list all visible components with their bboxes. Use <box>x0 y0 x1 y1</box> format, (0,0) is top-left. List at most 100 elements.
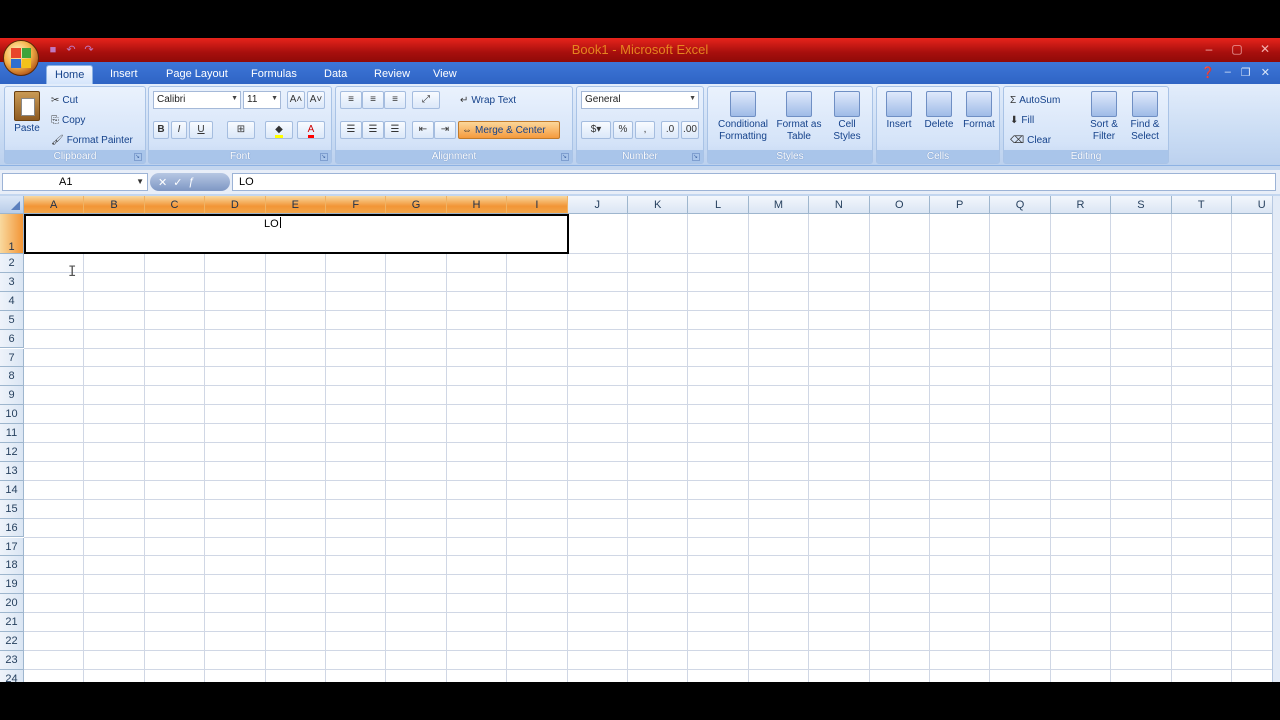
tab-formulas[interactable]: Formulas <box>243 65 305 84</box>
borders-icon[interactable]: ⊞ <box>227 121 255 139</box>
column-header[interactable]: T <box>1171 196 1232 214</box>
name-box[interactable]: A1 ▼ <box>2 173 148 191</box>
column-header[interactable]: Q <box>990 196 1051 214</box>
row-header[interactable]: 21 <box>0 613 24 632</box>
column-header[interactable]: F <box>326 196 387 214</box>
currency-icon[interactable]: $▾ <box>581 121 611 139</box>
column-header[interactable]: M <box>748 196 810 214</box>
delete-cells-button[interactable]: Delete <box>919 91 959 131</box>
align-center-icon[interactable]: ☰ <box>362 121 384 139</box>
fill-color-icon[interactable]: ◆ <box>265 121 293 139</box>
column-header[interactable]: C <box>144 196 206 214</box>
bold-button[interactable]: B <box>153 121 169 139</box>
format-as-table-button[interactable]: Format as Table <box>776 91 822 143</box>
row-header[interactable]: 16 <box>0 518 24 538</box>
align-bottom-icon[interactable]: ≡ <box>384 91 406 109</box>
column-header[interactable]: I <box>507 196 568 214</box>
row-header[interactable]: 9 <box>0 386 24 406</box>
maximize-button[interactable]: ▢ <box>1230 42 1244 56</box>
column-header[interactable]: A <box>24 196 85 214</box>
merge-center-button[interactable]: ⇔ Merge & Center <box>458 121 560 139</box>
sort-filter-button[interactable]: Sort & Filter <box>1084 91 1124 143</box>
row-header[interactable]: 15 <box>0 499 24 519</box>
format-painter-button[interactable]: 🖌 Format Painter <box>51 131 133 149</box>
font-color-icon[interactable]: A <box>297 121 325 139</box>
insert-function-icon[interactable]: ƒ <box>188 176 194 188</box>
percent-button[interactable]: % <box>613 121 633 139</box>
row-header[interactable]: 12 <box>0 443 24 462</box>
tab-page-layout[interactable]: Page Layout <box>158 65 236 84</box>
formula-input[interactable]: LO <box>232 173 1276 191</box>
cell-styles-button[interactable]: Cell Styles <box>824 91 870 143</box>
number-launcher-icon[interactable]: ↘ <box>692 153 700 161</box>
row-header[interactable]: 23 <box>0 650 24 670</box>
tab-view[interactable]: View <box>425 65 465 84</box>
insert-cells-button[interactable]: Insert <box>879 91 919 131</box>
shrink-font-icon[interactable]: A˅ <box>307 91 325 109</box>
format-cells-button[interactable]: Format <box>959 91 999 131</box>
office-button[interactable] <box>3 40 39 76</box>
row-header[interactable]: 6 <box>0 329 24 349</box>
grow-font-icon[interactable]: A˄ <box>287 91 305 109</box>
row-header[interactable]: 20 <box>0 594 24 614</box>
wrap-text-button[interactable]: ↵ Wrap Text <box>460 91 516 109</box>
paste-button[interactable]: Paste <box>9 91 45 135</box>
column-header[interactable]: H <box>446 196 508 214</box>
alignment-launcher-icon[interactable]: ↘ <box>561 153 569 161</box>
help-icon[interactable]: ❓ <box>1201 66 1215 79</box>
vertical-scrollbar[interactable] <box>1272 196 1280 682</box>
column-header[interactable]: R <box>1050 196 1112 214</box>
row-header[interactable]: 2 <box>0 254 24 273</box>
row-header[interactable]: 7 <box>0 348 24 368</box>
align-top-icon[interactable]: ≡ <box>340 91 362 109</box>
column-header[interactable]: S <box>1111 196 1172 214</box>
align-left-icon[interactable]: ☰ <box>340 121 362 139</box>
column-header[interactable]: L <box>688 196 749 214</box>
merged-cell-a1-i1[interactable] <box>24 214 569 254</box>
tab-home[interactable]: Home <box>46 65 94 84</box>
align-middle-icon[interactable]: ≡ <box>362 91 384 109</box>
close-button[interactable]: ✕ <box>1258 42 1272 56</box>
workbook-close-button[interactable]: ✕ <box>1261 66 1270 79</box>
column-header[interactable]: N <box>809 196 870 214</box>
row-header[interactable]: 18 <box>0 556 24 576</box>
font-size-select[interactable]: 11 ▼ <box>243 91 281 109</box>
align-right-icon[interactable]: ☰ <box>384 121 406 139</box>
row-header[interactable]: 3 <box>0 272 24 292</box>
row-header[interactable]: 14 <box>0 480 24 500</box>
select-all-button[interactable] <box>0 196 24 214</box>
column-header[interactable]: P <box>930 196 991 214</box>
row-header[interactable]: 10 <box>0 405 24 425</box>
cut-button[interactable]: ✂ Cut <box>51 91 78 109</box>
row-header[interactable]: 19 <box>0 575 24 595</box>
column-header[interactable]: E <box>265 196 326 214</box>
row-header[interactable]: 13 <box>0 461 24 481</box>
cell-area[interactable] <box>24 214 1280 682</box>
italic-button[interactable]: I <box>171 121 187 139</box>
autosum-button[interactable]: Σ AutoSum <box>1010 91 1060 109</box>
decrease-indent-icon[interactable]: ⇤ <box>412 121 434 139</box>
row-header[interactable]: 24 <box>0 669 24 682</box>
clipboard-launcher-icon[interactable]: ↘ <box>134 153 142 161</box>
row-header[interactable]: 17 <box>0 537 24 557</box>
copy-button[interactable]: ⎘ Copy <box>51 111 85 129</box>
column-header[interactable]: B <box>84 196 145 214</box>
font-launcher-icon[interactable]: ↘ <box>320 153 328 161</box>
row-header[interactable]: 5 <box>0 310 24 330</box>
column-header[interactable]: O <box>869 196 930 214</box>
column-header[interactable]: J <box>567 196 628 214</box>
cancel-entry-icon[interactable]: ✕ <box>158 176 167 189</box>
font-name-select[interactable]: Calibri ▼ <box>153 91 241 109</box>
tab-data[interactable]: Data <box>316 65 355 84</box>
row-header[interactable]: 1 <box>0 214 24 254</box>
row-header[interactable]: 11 <box>0 424 24 443</box>
column-header[interactable]: K <box>628 196 689 214</box>
column-header[interactable]: G <box>386 196 447 214</box>
row-header[interactable]: 4 <box>0 291 24 311</box>
number-format-select[interactable]: General ▼ <box>581 91 699 109</box>
conditional-formatting-button[interactable]: Conditional Formatting <box>712 91 774 143</box>
workbook-minimize-button[interactable]: – <box>1225 66 1231 79</box>
comma-button[interactable]: , <box>635 121 655 139</box>
increase-indent-icon[interactable]: ⇥ <box>434 121 456 139</box>
minimize-button[interactable]: – <box>1202 42 1216 56</box>
